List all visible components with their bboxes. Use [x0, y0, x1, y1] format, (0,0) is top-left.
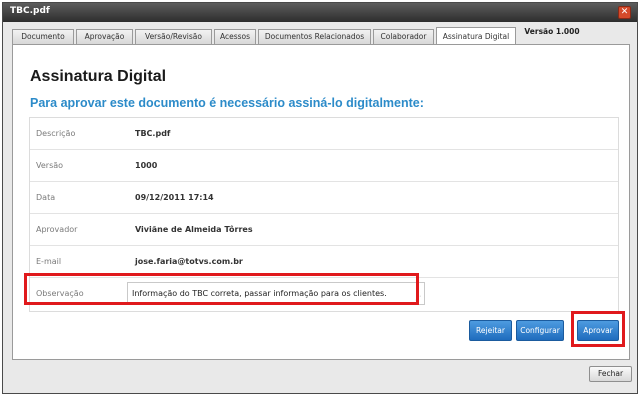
field-value: TBC.pdf [135, 129, 171, 138]
tab-bar: Documento Aprovação Versão/Revisão Acess… [12, 27, 630, 46]
field-value: 1000 [135, 161, 158, 170]
field-label: E-mail [36, 257, 62, 266]
tab-aprovacao[interactable]: Aprovação [76, 29, 133, 45]
page-subtitle: Para aprovar este documento é necessário… [30, 96, 424, 110]
close-icon[interactable]: ✕ [618, 6, 631, 19]
tab-versao-revisao[interactable]: Versão/Revisão [135, 29, 212, 45]
tab-documento[interactable]: Documento [12, 29, 74, 45]
field-label: Versão [36, 161, 64, 170]
reject-button[interactable]: Rejeitar [469, 320, 512, 341]
signature-panel: Assinatura Digital Para aprovar este doc… [12, 44, 630, 360]
tab-documentos-relacionados[interactable]: Documentos Relacionados [258, 29, 371, 45]
dialog-window: TBC.pdf ✕ Documento Aprovação Versão/Rev… [2, 2, 638, 394]
row-descricao: Descrição TBC.pdf [30, 118, 618, 150]
configure-button[interactable]: Configurar [516, 320, 564, 341]
version-label: Versão 1.000 [524, 27, 580, 36]
close-button[interactable]: Fechar [589, 366, 632, 382]
window-title: TBC.pdf [10, 6, 50, 16]
observation-highlight [24, 273, 419, 305]
row-data: Data 09/12/2011 17:14 [30, 182, 618, 214]
tab-acessos[interactable]: Acessos [214, 29, 256, 45]
field-label: Aprovador [36, 225, 78, 234]
page-title: Assinatura Digital [30, 68, 167, 85]
field-value: 09/12/2011 17:14 [135, 193, 214, 202]
field-label: Descrição [36, 129, 76, 138]
tab-colaborador[interactable]: Colaborador [373, 29, 434, 45]
field-value: Viviãne de Almeida Tôrres [135, 225, 253, 234]
field-label: Data [36, 193, 56, 202]
field-value: jose.faria@totvs.com.br [135, 257, 243, 266]
row-aprovador: Aprovador Viviãne de Almeida Tôrres [30, 214, 618, 246]
title-bar[interactable]: TBC.pdf ✕ [3, 3, 637, 22]
row-versao: Versão 1000 [30, 150, 618, 182]
approve-highlight [571, 311, 625, 347]
